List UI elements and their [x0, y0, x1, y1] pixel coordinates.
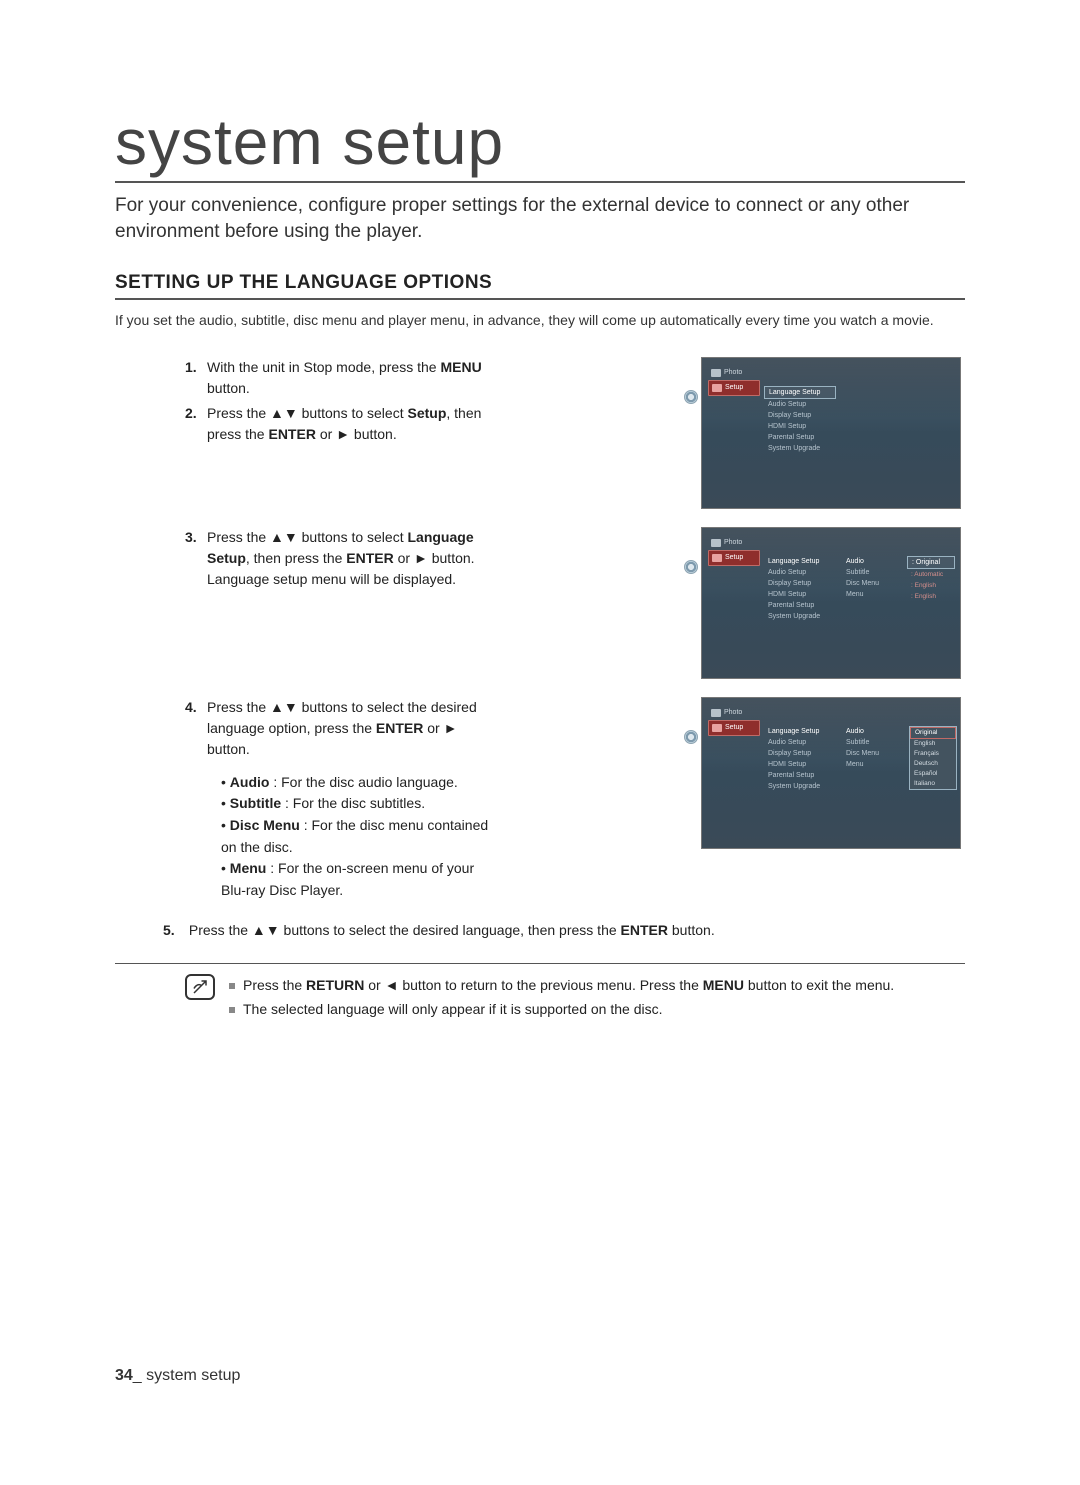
screenshot-language-popup: Photo Setup Language Setup Audio Setup D…	[701, 697, 961, 849]
menu-audio-setup: Audio Setup	[764, 567, 836, 578]
menu-parental-setup: Parental Setup	[764, 600, 836, 611]
side-photo: Photo	[708, 536, 760, 550]
screenshot-language-setup: Photo Setup Language Setup Audio Setup D…	[701, 527, 961, 679]
bullet-audio: Audio : For the disc audio language.	[221, 772, 491, 794]
section-heading: SETTING UP THE LANGUAGE OPTIONS	[115, 272, 965, 300]
menu-display-setup: Display Setup	[764, 578, 836, 589]
screenshot-setup-selected: Photo Setup Language Setup Audio Setup D…	[701, 357, 961, 509]
opt-audio: Audio	[842, 726, 904, 737]
language-popup: Original English Français Deutsch Españo…	[909, 726, 957, 790]
step-2-text: Press the ▲▼ buttons to select Setup, th…	[207, 405, 481, 442]
opt-audio: Audio	[842, 556, 904, 567]
bullet-subtitle: Subtitle : For the disc subtitles.	[221, 793, 491, 815]
step-3-text: Press the ▲▼ buttons to select Language …	[207, 529, 475, 587]
val-automatic: : Automatic	[907, 569, 955, 580]
popup-italiano: Italiano	[910, 779, 956, 789]
menu-hdmi-setup: HDMI Setup	[764, 759, 836, 770]
opt-disc-menu: Disc Menu	[842, 578, 904, 589]
section-sub: If you set the audio, subtitle, disc men…	[115, 310, 965, 330]
disc-icon	[684, 730, 698, 744]
menu-hdmi-setup: HDMI Setup	[764, 589, 836, 600]
menu-display-setup: Display Setup	[764, 410, 836, 421]
popup-espanol: Español	[910, 769, 956, 779]
note-2: The selected language will only appear i…	[229, 998, 965, 1022]
menu-system-upgrade: System Upgrade	[764, 781, 836, 792]
menu-display-setup: Display Setup	[764, 748, 836, 759]
step-4: 4. Press the ▲▼ buttons to select the de…	[185, 697, 491, 760]
opt-disc-menu: Disc Menu	[842, 748, 904, 759]
step-2: 2. Press the ▲▼ buttons to select Setup,…	[185, 403, 491, 445]
opt-subtitle: Subtitle	[842, 567, 904, 578]
menu-parental-setup: Parental Setup	[764, 770, 836, 781]
step-1: 1. With the unit in Stop mode, press the…	[185, 357, 491, 399]
page-title: system setup	[115, 105, 965, 183]
val-original: : Original	[907, 556, 955, 569]
step-1-text: With the unit in Stop mode, press the ME…	[207, 359, 482, 396]
opt-menu: Menu	[842, 759, 904, 770]
opt-subtitle: Subtitle	[842, 737, 904, 748]
side-setup: Setup	[708, 550, 760, 566]
menu-language-setup: Language Setup	[764, 386, 836, 399]
side-photo: Photo	[708, 366, 760, 380]
bullet-menu: Menu : For the on-screen menu of your Bl…	[221, 858, 491, 901]
side-photo: Photo	[708, 706, 760, 720]
menu-audio-setup: Audio Setup	[764, 399, 836, 410]
step-4-text: Press the ▲▼ buttons to select the desir…	[207, 699, 477, 757]
menu-system-upgrade: System Upgrade	[764, 611, 836, 622]
bullet-disc-menu: Disc Menu : For the disc menu contained …	[221, 815, 491, 858]
page-intro: For your convenience, configure proper s…	[115, 193, 965, 244]
menu-language-setup: Language Setup	[764, 556, 836, 567]
page-footer: 34_ system setup	[115, 1367, 240, 1385]
step-5: 5. Press the ▲▼ buttons to select the de…	[115, 920, 965, 941]
menu-system-upgrade: System Upgrade	[764, 443, 836, 454]
popup-original: Original	[910, 727, 956, 739]
opt-menu: Menu	[842, 589, 904, 600]
menu-hdmi-setup: HDMI Setup	[764, 421, 836, 432]
menu-parental-setup: Parental Setup	[764, 432, 836, 443]
side-setup: Setup	[708, 380, 760, 396]
popup-francais: Français	[910, 749, 956, 759]
menu-audio-setup: Audio Setup	[764, 737, 836, 748]
popup-deutsch: Deutsch	[910, 759, 956, 769]
disc-icon	[684, 390, 698, 404]
val-english-1: : English	[907, 580, 955, 591]
note-1: Press the RETURN or ◄ button to return t…	[229, 974, 965, 998]
val-english-2: : English	[907, 591, 955, 602]
note-icon	[185, 974, 215, 1000]
side-setup: Setup	[708, 720, 760, 736]
menu-language-setup: Language Setup	[764, 726, 836, 737]
step-3: 3. Press the ▲▼ buttons to select Langua…	[185, 527, 491, 590]
disc-icon	[684, 560, 698, 574]
popup-english: English	[910, 739, 956, 749]
